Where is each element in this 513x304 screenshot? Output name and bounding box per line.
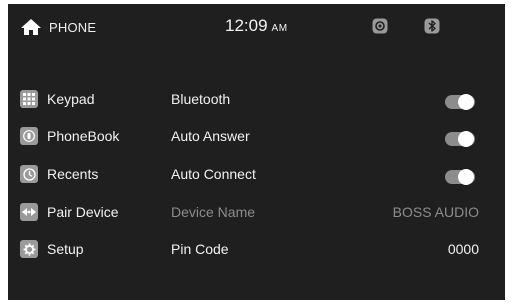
auto-answer-toggle[interactable] (445, 131, 475, 147)
sidebar-item-pair-device[interactable]: Pair Device (20, 201, 119, 223)
sidebar-item-label: Pair Device (47, 204, 119, 220)
sidebar-item-label: PhoneBook (47, 128, 120, 144)
clock-ampm: AM (271, 23, 288, 34)
bluetooth-toggle[interactable] (445, 94, 475, 110)
radio-icon[interactable] (372, 18, 388, 34)
sidebar-item-label: Setup (47, 241, 84, 257)
sidebar-item-keypad[interactable]: Keypad (20, 88, 94, 110)
clock-time: 12:09 (225, 16, 268, 35)
clock: 12:09 AM (225, 16, 288, 36)
clock-icon (20, 165, 38, 183)
screen-title: PHONE (49, 19, 97, 35)
home-button[interactable]: PHONE (20, 18, 96, 36)
toggle-knob (458, 169, 474, 185)
toggle-knob (458, 94, 474, 110)
sidebar-item-recents[interactable]: Recents (20, 163, 98, 185)
auto-connect-label: Auto Connect (171, 166, 256, 182)
home-icon (20, 18, 42, 36)
bluetooth-icon[interactable] (424, 18, 440, 34)
phone-screen: PHONE 12:09 AM Keypad PhoneBook Recents … (8, 4, 505, 300)
gear-icon (20, 240, 38, 258)
pin-code-label[interactable]: Pin Code (171, 241, 229, 257)
toggle-knob (458, 131, 474, 147)
bluetooth-label: Bluetooth (171, 91, 231, 107)
device-name-label: Device Name (171, 204, 256, 220)
auto-answer-label: Auto Answer (171, 128, 250, 144)
auto-connect-toggle[interactable] (445, 169, 475, 185)
pin-code-value[interactable]: 0000 (448, 241, 479, 257)
phonebook-icon (20, 127, 38, 145)
device-name-value: BOSS AUDIO (392, 204, 479, 220)
sidebar-item-phonebook[interactable]: PhoneBook (20, 125, 119, 147)
keypad-icon (20, 90, 38, 108)
sidebar-item-setup[interactable]: Setup (20, 238, 84, 260)
pair-device-icon (20, 203, 38, 221)
sidebar-item-label: Recents (47, 166, 99, 182)
sidebar-item-label: Keypad (47, 91, 95, 107)
